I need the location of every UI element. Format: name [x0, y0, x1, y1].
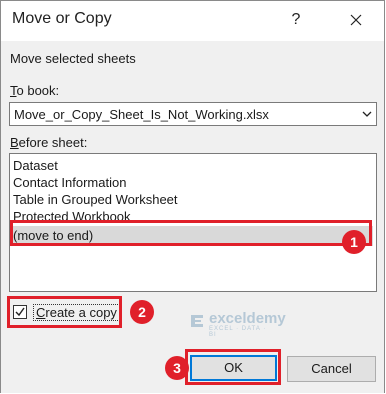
before-sheet-label: Before sheet:: [10, 135, 88, 150]
move-or-copy-dialog: Move or Copy ? Move selected sheets To b…: [0, 0, 385, 393]
close-button[interactable]: [341, 7, 371, 33]
close-icon: [350, 14, 362, 26]
highlight-box-3: [185, 349, 281, 385]
list-item[interactable]: Table in Grouped Worksheet: [13, 192, 178, 208]
title-bar: Move or Copy ?: [1, 1, 384, 41]
logo-icon: [191, 315, 203, 327]
list-item[interactable]: Dataset: [13, 158, 58, 174]
step-badge-2: 2: [130, 300, 154, 324]
highlight-box-2: [7, 296, 122, 328]
step-badge-1: 1: [342, 230, 366, 254]
help-button[interactable]: ?: [283, 7, 309, 33]
to-book-value: Move_or_Copy_Sheet_Is_Not_Working.xlsx: [14, 107, 269, 122]
chevron-down-icon[interactable]: [358, 103, 376, 125]
watermark-logo: exceldemy EXCEL · DATA · BI: [185, 308, 286, 338]
highlight-box-1: [10, 220, 372, 246]
to-book-select[interactable]: Move_or_Copy_Sheet_Is_Not_Working.xlsx: [9, 102, 377, 126]
list-item[interactable]: Contact Information: [13, 175, 126, 191]
dialog-title: Move or Copy: [12, 10, 112, 27]
to-book-label: To book:: [10, 83, 60, 98]
watermark-tagline: EXCEL · DATA · BI: [209, 326, 267, 338]
cancel-button[interactable]: Cancel: [287, 356, 376, 382]
move-selected-sheets-heading: Move selected sheets: [10, 51, 136, 66]
step-badge-3: 3: [165, 356, 189, 380]
watermark-name: exceldemy: [209, 310, 286, 327]
